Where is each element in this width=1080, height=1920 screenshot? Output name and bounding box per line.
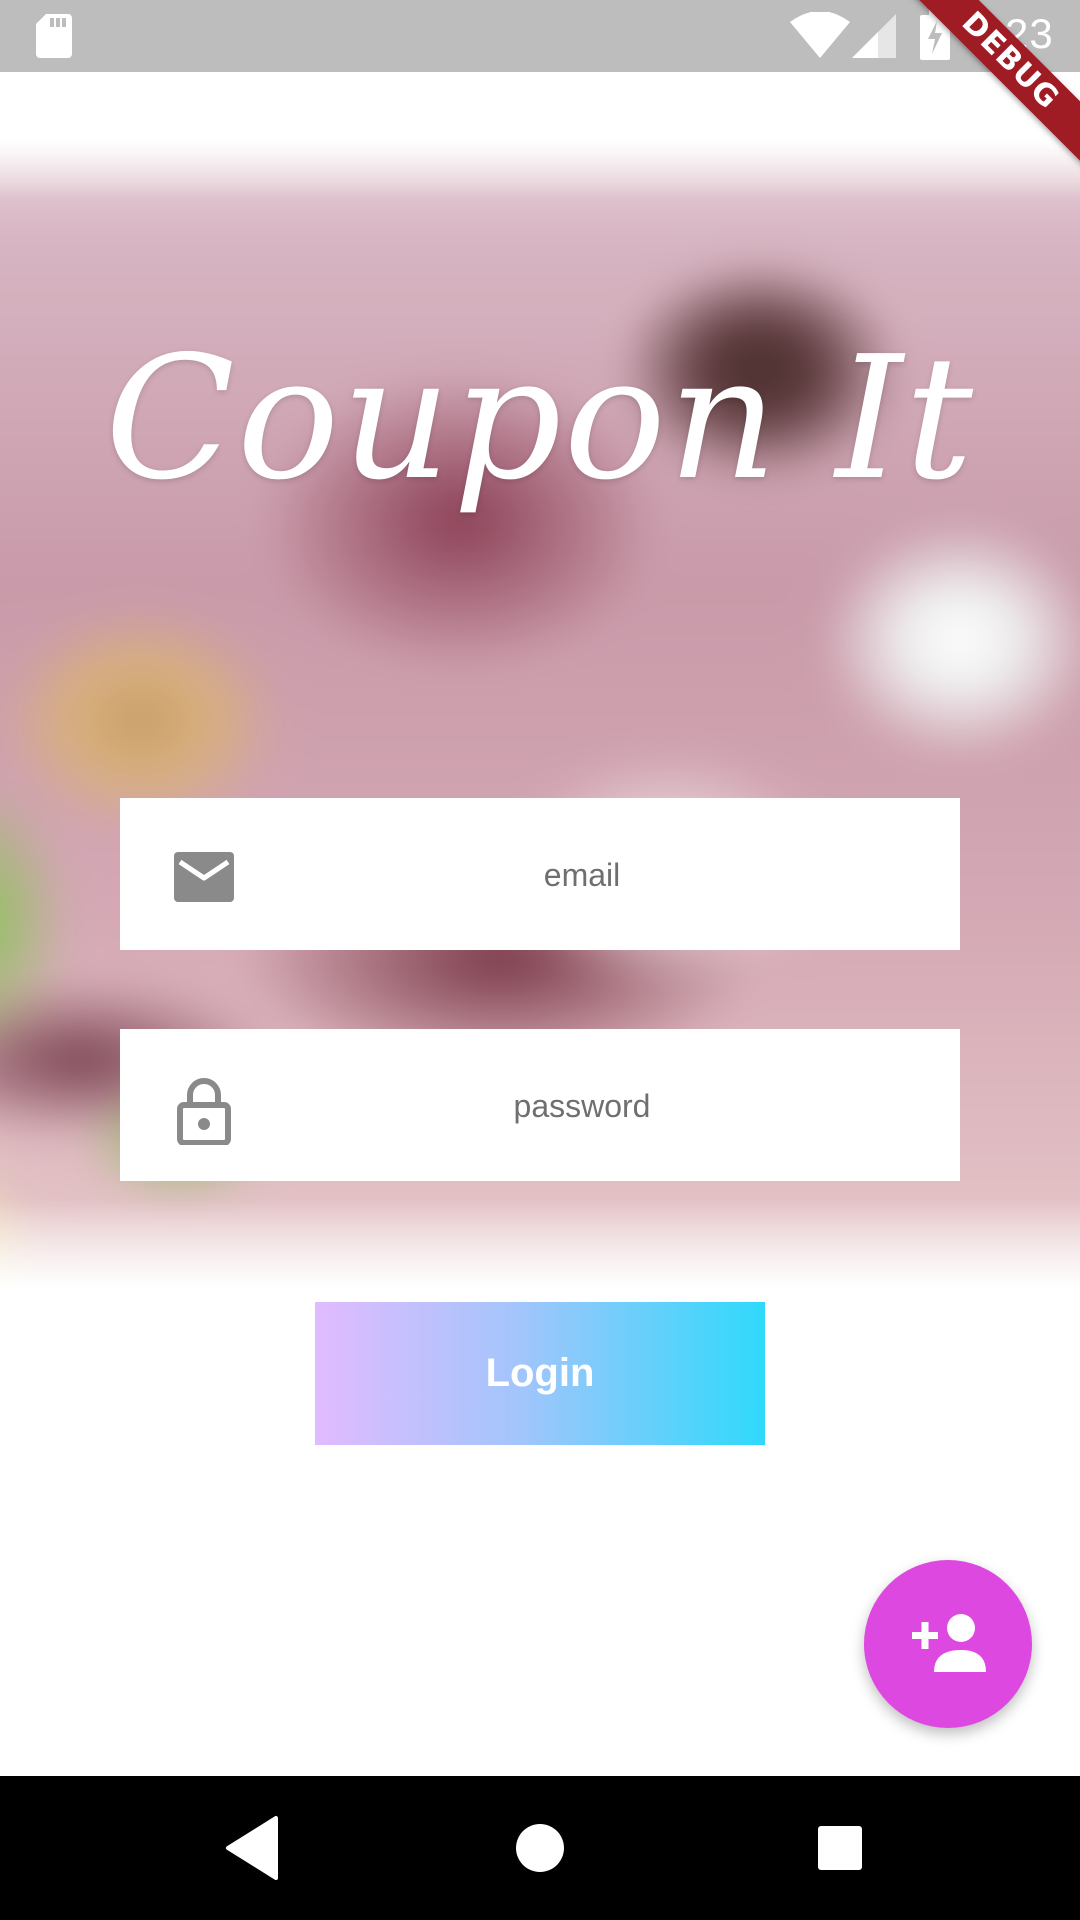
password-input[interactable] [280, 1029, 884, 1183]
login-screen: 4:23 DEBUG Coupon It Login [0, 0, 1080, 1920]
status-bar: 4:23 [0, 0, 1080, 72]
login-button[interactable]: Login [315, 1302, 765, 1445]
signal-icon [852, 14, 896, 58]
person-add-icon [912, 1614, 986, 1672]
add-user-button[interactable] [864, 1560, 1032, 1728]
app-title: Coupon It [104, 320, 976, 518]
back-icon[interactable] [216, 1812, 288, 1884]
home-icon[interactable] [504, 1812, 576, 1884]
password-field[interactable] [120, 1029, 960, 1183]
wifi-icon [790, 12, 850, 58]
recents-icon[interactable] [804, 1812, 876, 1884]
lock-icon [177, 1078, 231, 1145]
mail-icon [174, 852, 234, 902]
email-input[interactable] [280, 798, 884, 952]
sd-card-icon [36, 14, 72, 58]
email-field[interactable] [120, 798, 960, 952]
navigation-bar [0, 1776, 1080, 1920]
